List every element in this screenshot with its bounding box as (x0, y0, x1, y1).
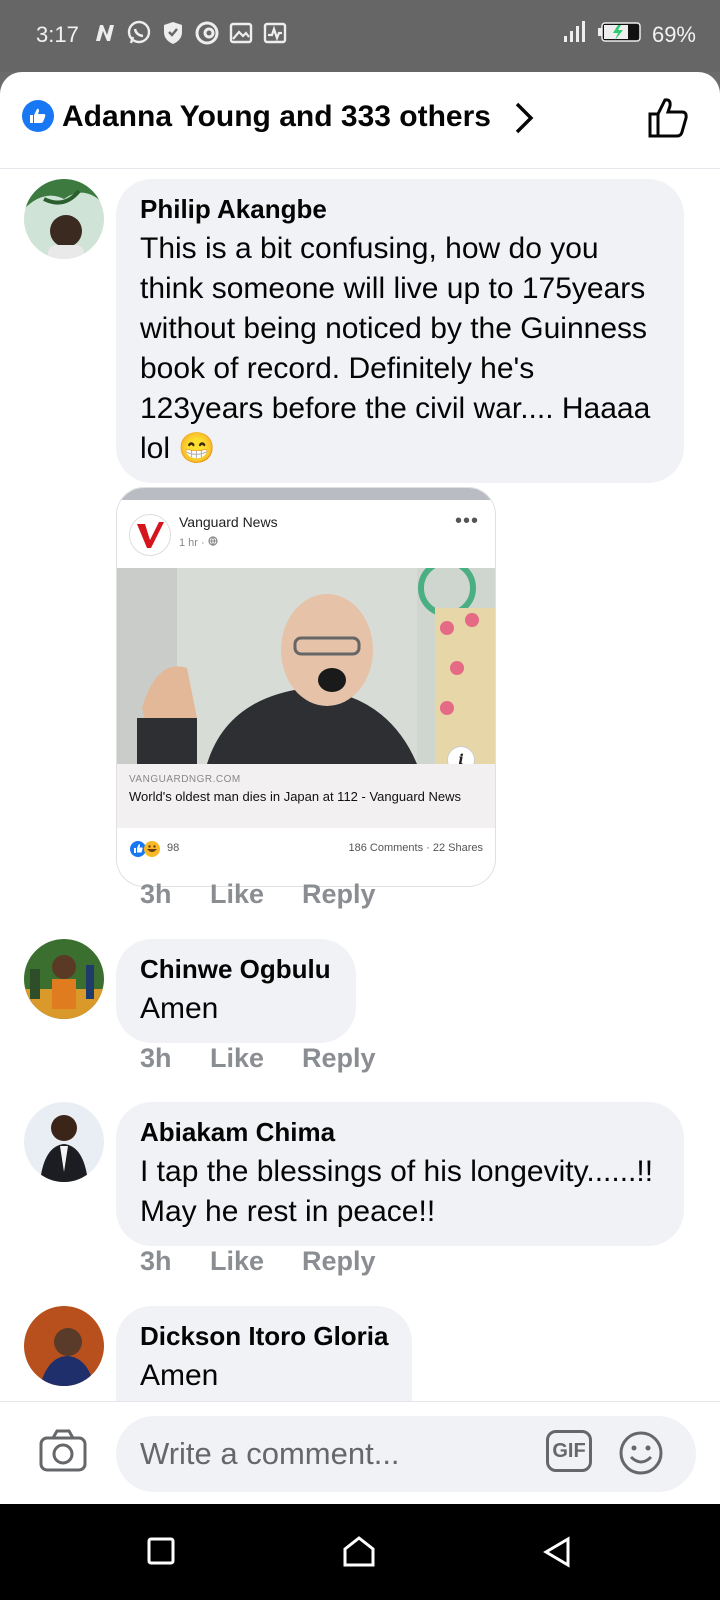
comment-time: 3h (140, 1043, 172, 1073)
comment-actions: 3h Like Reply (140, 879, 376, 910)
comment-actions: 3h Like Reply (140, 1043, 376, 1074)
globe-icon (208, 536, 218, 546)
like-post-button[interactable] (646, 96, 690, 145)
card-meta: 1 hr · (179, 536, 218, 549)
comments-list[interactable]: Philip Akangbe This is a bit confusing, … (0, 169, 720, 1401)
like-button[interactable]: Like (210, 879, 302, 910)
card-top-strip (117, 488, 495, 500)
status-bar: 3:17 69% (0, 0, 720, 72)
avatar[interactable] (24, 179, 104, 259)
comments-sheet: Adanna Young and 333 others Philip Akang… (0, 72, 720, 1504)
reactions-header: Adanna Young and 333 others (0, 72, 720, 169)
battery-percent: 69% (651, 22, 696, 47)
vanguard-logo-icon (129, 514, 171, 556)
activity-icon (262, 20, 288, 46)
comment-bubble[interactable]: Abiakam Chima I tap the blessings of his… (116, 1102, 684, 1246)
reply-button[interactable]: Reply (302, 1043, 376, 1074)
like-button[interactable]: Like (210, 1246, 302, 1277)
gif-button[interactable]: GIF (546, 1430, 592, 1472)
avatar[interactable] (24, 1102, 104, 1182)
like-button[interactable]: Like (210, 1043, 302, 1074)
like-reaction-icon (22, 100, 54, 132)
comment-bubble[interactable]: Philip Akangbe This is a bit confusing, … (116, 179, 684, 483)
comment-bubble[interactable]: Chinwe Ogbulu Amen (116, 939, 356, 1043)
comment-time: 3h (140, 879, 172, 909)
comment-actions: 3h Like Reply (140, 1246, 376, 1277)
chevron-right-icon[interactable] (512, 100, 536, 141)
recent-apps-icon[interactable] (146, 1536, 176, 1571)
opera-icon (194, 20, 220, 46)
comment-input[interactable]: Write a comment... GIF (116, 1416, 696, 1492)
camera-icon[interactable] (38, 1428, 88, 1479)
link-preview[interactable]: VANGUARDNGR.COM World's oldest man dies … (117, 764, 495, 828)
comment-input-placeholder: Write a comment... (140, 1436, 400, 1471)
reaction-icons (129, 840, 163, 863)
reactors-link[interactable]: Adanna Young and 333 others (62, 100, 491, 134)
comment-author[interactable]: Abiakam Chima (140, 1116, 662, 1148)
status-right: 69% (560, 20, 696, 50)
whatsapp-icon (126, 20, 152, 46)
comment-author[interactable]: Philip Akangbe (140, 193, 662, 225)
link-domain: VANGUARDNGR.COM (129, 774, 241, 785)
more-options-icon[interactable]: ••• (455, 510, 479, 533)
reply-button[interactable]: Reply (302, 879, 376, 910)
n-icon (92, 20, 118, 46)
comment-time: 3h (140, 1246, 172, 1276)
notification-icons (92, 20, 288, 46)
card-footer: 98 186 Comments · 22 Shares (117, 838, 495, 868)
avatar[interactable] (24, 939, 104, 1019)
comment-text: This is a bit confusing, how do you thin… (140, 232, 651, 465)
gallery-icon (228, 20, 254, 46)
comment-composer: Write a comment... GIF (0, 1401, 720, 1504)
comment-text: Amen (140, 1359, 219, 1392)
battery-icon (597, 21, 642, 49)
article-photo: i (117, 568, 495, 764)
link-title: World's oldest man dies in Japan at 112 … (129, 789, 461, 804)
comment-author[interactable]: Dickson Itoro Gloria (140, 1320, 390, 1352)
signal-icon (560, 20, 588, 50)
system-nav-bar (0, 1504, 720, 1600)
comment-author[interactable]: Chinwe Ogbulu (140, 953, 334, 985)
comment-text: I tap the blessings of his longevity....… (140, 1155, 654, 1228)
comment-bubble[interactable]: Dickson Itoro Gloria Amen (116, 1306, 412, 1401)
card-stats: 186 Comments · 22 Shares (348, 842, 483, 854)
shared-post-card[interactable]: Vanguard News 1 hr · ••• i VANGUARDNGR.C… (116, 487, 496, 887)
card-reaction-count: 98 (167, 842, 180, 854)
status-time: 3:17 (36, 22, 79, 47)
back-icon[interactable] (542, 1536, 572, 1573)
comment-text: Amen (140, 992, 219, 1025)
card-source: Vanguard News (179, 514, 278, 530)
avatar[interactable] (24, 1306, 104, 1386)
reply-button[interactable]: Reply (302, 1246, 376, 1277)
shield-icon (160, 20, 186, 46)
home-icon[interactable] (342, 1536, 376, 1573)
emoji-icon[interactable] (618, 1430, 664, 1481)
